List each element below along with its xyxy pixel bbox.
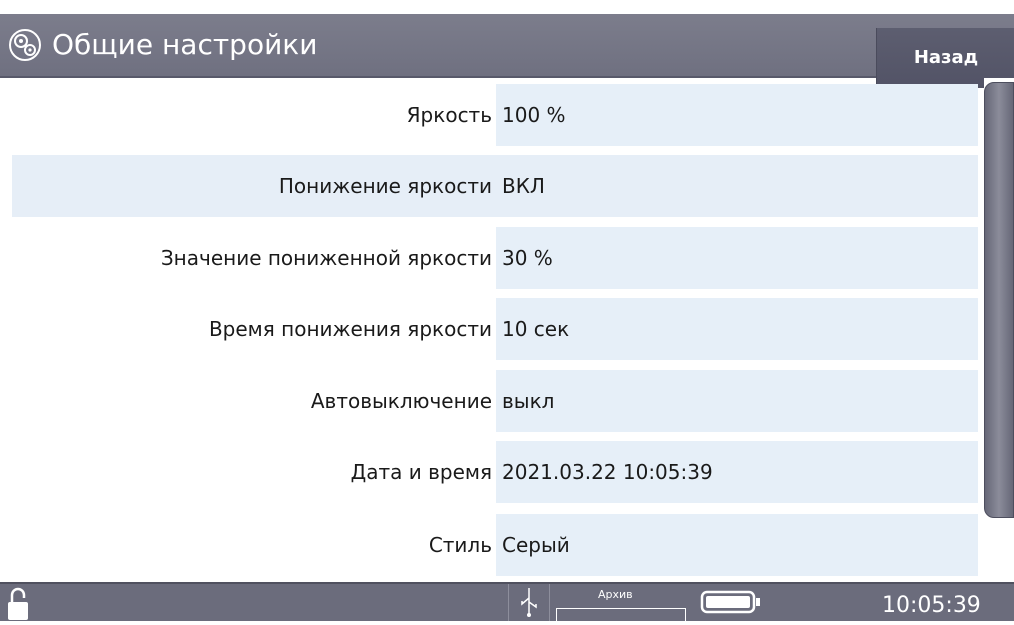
- setting-label: Яркость: [406, 103, 492, 127]
- screen: Общие настройки Назад Яркость 100 % Пони…: [0, 0, 1014, 622]
- settings-row-auto-off[interactable]: Автовыключение выкл: [12, 370, 978, 432]
- status-clock: 10:05:39: [882, 593, 981, 618]
- settings-list: Яркость 100 % Понижение яркости ВКЛ Знач…: [0, 78, 982, 578]
- header-bar: Общие настройки Назад: [0, 14, 1014, 88]
- settings-row-datetime[interactable]: Дата и время 2021.03.22 10:05:39: [12, 441, 978, 503]
- setting-value[interactable]: 10 сек: [496, 298, 978, 360]
- gear-icon: [9, 29, 41, 61]
- setting-value[interactable]: выкл: [496, 370, 978, 432]
- setting-label: Дата и время: [350, 460, 492, 484]
- settings-row-dimming-time[interactable]: Время понижения яркости 10 сек: [12, 298, 978, 360]
- usb-indicator: [508, 584, 550, 621]
- usb-icon: [521, 588, 537, 617]
- setting-value[interactable]: 2021.03.22 10:05:39: [496, 441, 978, 503]
- archive-progress-frame: [556, 608, 686, 622]
- scrollbar-track[interactable]: [984, 78, 1014, 578]
- setting-value[interactable]: ВКЛ: [496, 155, 978, 217]
- settings-row-brightness[interactable]: Яркость 100 %: [12, 84, 978, 146]
- archive-label: Архив: [598, 588, 633, 601]
- status-bar: Архив 10:05:39: [0, 582, 1014, 622]
- battery-icon: [700, 590, 760, 614]
- settings-row-style[interactable]: Стиль Серый: [12, 514, 978, 576]
- setting-value[interactable]: Серый: [496, 514, 978, 576]
- scrollbar-thumb[interactable]: [984, 82, 1014, 518]
- setting-label: Автовыключение: [310, 389, 492, 413]
- setting-value[interactable]: 30 %: [496, 227, 978, 289]
- settings-row-dimming[interactable]: Понижение яркости ВКЛ: [9, 152, 981, 220]
- setting-label: Значение пониженной яркости: [160, 246, 492, 270]
- lock-icon[interactable]: [6, 586, 30, 620]
- settings-row-dimmed-brightness[interactable]: Значение пониженной яркости 30 %: [12, 227, 978, 289]
- setting-value[interactable]: 100 %: [496, 84, 978, 146]
- setting-label: Стиль: [428, 533, 492, 557]
- setting-label: Время понижения яркости: [208, 317, 492, 341]
- page-title: Общие настройки: [52, 28, 318, 61]
- setting-label: Понижение яркости: [278, 174, 492, 198]
